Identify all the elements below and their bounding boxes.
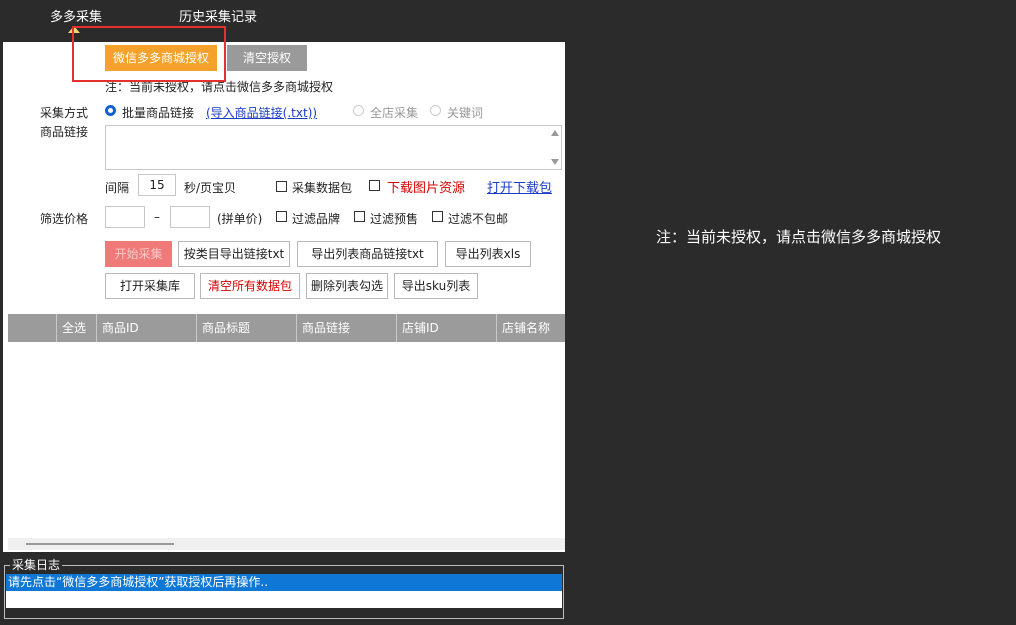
- filter-presale-label: 过滤预售: [370, 212, 419, 226]
- delete-checked-button[interactable]: 删除列表勾选: [306, 273, 388, 299]
- tab-duoduo-collect[interactable]: 多多采集: [50, 6, 102, 25]
- price-max-input[interactable]: [170, 206, 210, 228]
- product-link-label: 商品链接: [40, 125, 89, 139]
- filter-no-shipping-label: 过滤不包邮: [448, 212, 509, 226]
- product-links-textarea[interactable]: [105, 125, 562, 170]
- column-header-product-title[interactable]: 商品标题: [196, 314, 296, 342]
- radio-batch-links-label: 批量商品链接: [122, 106, 195, 120]
- export-xls-button[interactable]: 导出列表xls: [445, 241, 531, 267]
- collect-mode-label: 采集方式: [40, 106, 89, 120]
- download-images-checkbox[interactable]: [369, 180, 380, 191]
- import-links-link[interactable]: (导入商品链接(.txt)): [206, 104, 317, 121]
- filter-brand-checkbox[interactable]: [276, 211, 287, 222]
- column-header-select-all[interactable]: 全选: [56, 314, 96, 342]
- radio-batch-links[interactable]: [105, 105, 116, 116]
- interval-input[interactable]: 15: [138, 174, 176, 196]
- right-auth-note: 注：当前未授权，请点击微信多多商城授权: [656, 228, 942, 246]
- radio-whole-shop-label: 全店采集: [370, 106, 419, 120]
- scroll-down-icon[interactable]: [551, 159, 559, 165]
- log-line[interactable]: 请先点击“微信多多商城授权”获取授权后再操作..: [6, 574, 562, 591]
- price-min-input[interactable]: [105, 206, 145, 228]
- scroll-up-icon[interactable]: [551, 130, 559, 136]
- download-images-label: 下载图片资源: [387, 181, 466, 196]
- collect-panel: 微信多多商城授权 清空授权 注：当前未授权，请点击微信多多商城授权 采集方式 批…: [3, 42, 565, 552]
- column-header-shop-name[interactable]: 店铺名称: [496, 314, 565, 342]
- column-header-product-link[interactable]: 商品链接: [296, 314, 396, 342]
- radio-whole-shop[interactable]: [353, 105, 364, 116]
- export-by-category-button[interactable]: 按类目导出链接txt: [178, 241, 290, 267]
- tab-history[interactable]: 历史采集记录: [179, 6, 257, 25]
- open-library-button[interactable]: 打开采集库: [105, 273, 195, 299]
- interval-label: 间隔: [105, 181, 130, 195]
- start-collect-button[interactable]: 开始采集: [105, 241, 172, 267]
- filter-no-shipping-checkbox[interactable]: [432, 211, 443, 222]
- price-dash: –: [154, 210, 160, 224]
- column-header-select[interactable]: [8, 314, 56, 342]
- data-pack-checkbox[interactable]: [276, 181, 287, 192]
- export-sku-button[interactable]: 导出sku列表: [394, 273, 478, 299]
- log-title: 采集日志: [10, 556, 63, 573]
- table-header: 全选 商品ID 商品标题 商品链接 店铺ID 店铺名称: [8, 314, 565, 342]
- open-download-link[interactable]: 打开下载包: [487, 177, 552, 196]
- log-list: 请先点击“微信多多商城授权”获取授权后再操作..: [6, 574, 562, 608]
- radio-keyword[interactable]: [430, 105, 441, 116]
- price-filter-label: 筛选价格: [40, 212, 89, 226]
- scrollbar-thumb[interactable]: [26, 543, 174, 545]
- data-pack-label: 采集数据包: [292, 181, 353, 195]
- clear-auth-button[interactable]: 清空授权: [227, 45, 307, 71]
- interval-unit: 秒/页宝贝: [184, 181, 237, 195]
- horizontal-scrollbar[interactable]: [8, 538, 565, 550]
- export-list-links-button[interactable]: 导出列表商品链接txt: [297, 241, 438, 267]
- clear-all-data-button[interactable]: 清空所有数据包: [200, 273, 300, 299]
- filter-brand-label: 过滤品牌: [292, 212, 341, 226]
- filter-presale-checkbox[interactable]: [354, 211, 365, 222]
- column-header-product-id[interactable]: 商品ID: [96, 314, 196, 342]
- unit-price-label: (拼单价): [217, 212, 263, 226]
- highlight-box: [72, 26, 226, 82]
- radio-keyword-label: 关键词: [447, 106, 484, 120]
- column-header-shop-id[interactable]: 店铺ID: [396, 314, 496, 342]
